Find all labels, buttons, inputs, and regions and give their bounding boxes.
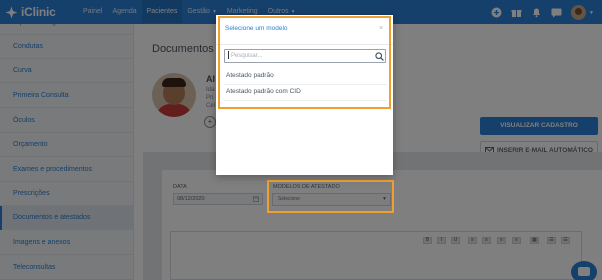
highlight-modal-region xyxy=(218,16,391,109)
highlight-models-select xyxy=(267,180,394,213)
